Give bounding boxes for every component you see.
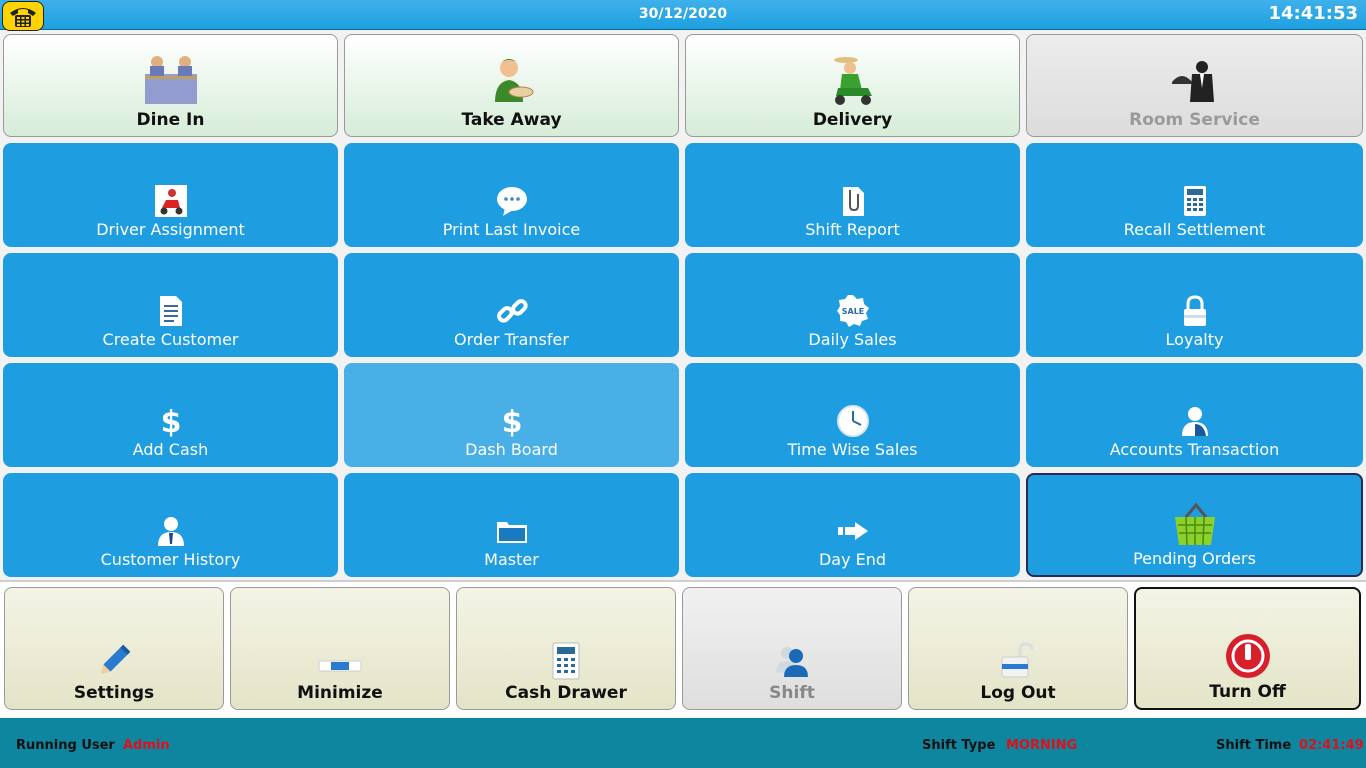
accounts-transaction-label: Accounts Transaction: [1109, 440, 1280, 459]
order-transfer-button[interactable]: Order Transfer: [344, 253, 679, 357]
order-transfer-label: Order Transfer: [454, 330, 569, 349]
businessman-icon: [154, 514, 188, 548]
settings-label: Settings: [73, 683, 155, 703]
day-end-button[interactable]: Day End: [685, 473, 1020, 577]
shift-report-button[interactable]: Shift Report: [685, 143, 1020, 247]
cash-drawer-label: Cash Drawer: [505, 683, 627, 703]
lock-icon: [1178, 294, 1212, 328]
pending-orders-label: Pending Orders: [1133, 549, 1256, 568]
minimize-label: Minimize: [297, 683, 383, 703]
take-away-icon: [487, 52, 537, 108]
shift-label: Shift: [769, 683, 815, 703]
pending-orders-button[interactable]: Pending Orders: [1026, 473, 1363, 577]
dash-board-button[interactable]: $ Dash Board: [344, 363, 679, 467]
recall-settlement-button[interactable]: Recall Settlement: [1026, 143, 1363, 247]
log-out-label: Log Out: [980, 683, 1056, 703]
accounts-transaction-button[interactable]: Accounts Transaction: [1026, 363, 1363, 467]
shift-button[interactable]: Shift: [682, 587, 902, 710]
folder-icon: [495, 514, 529, 548]
take-away-label: Take Away: [461, 110, 562, 130]
power-icon: [1224, 632, 1272, 680]
current-date: 30/12/2020: [638, 6, 728, 22]
room-service-label: Room Service: [1129, 110, 1260, 130]
users-icon: [772, 641, 812, 681]
user-icon: [1178, 404, 1212, 438]
paperclip-document-icon: [836, 184, 870, 218]
dine-in-label: Dine In: [136, 110, 205, 130]
basket-icon: [1172, 503, 1218, 547]
running-user-label: Running User: [16, 738, 115, 753]
recall-settlement-label: Recall Settlement: [1123, 220, 1266, 239]
unlock-icon: [998, 641, 1038, 681]
delivery-label: Delivery: [812, 110, 893, 130]
time-wise-sales-button[interactable]: Time Wise Sales: [685, 363, 1020, 467]
svg-text:$: $: [501, 405, 522, 438]
master-button[interactable]: Master: [344, 473, 679, 577]
shift-type-value: MORNING: [1006, 738, 1078, 753]
status-bar: Running User Admin Shift Type MORNING Sh…: [0, 718, 1366, 768]
room-service-button[interactable]: Room Service: [1026, 34, 1363, 137]
calculator-icon: [549, 641, 583, 681]
print-last-invoice-button[interactable]: Print Last Invoice: [344, 143, 679, 247]
chat-bubble-icon: [495, 184, 529, 218]
arrow-right-icon: [836, 514, 870, 548]
shift-type-label: Shift Type: [922, 738, 996, 753]
customer-history-label: Customer History: [100, 550, 241, 569]
shift-time-label: Shift Time: [1216, 738, 1292, 753]
time-wise-sales-label: Time Wise Sales: [787, 440, 918, 459]
running-user-value: Admin: [123, 738, 170, 753]
print-last-invoice-label: Print Last Invoice: [442, 220, 581, 239]
customer-history-button[interactable]: Customer History: [3, 473, 338, 577]
svg-text:$: $: [160, 405, 181, 438]
delivery-scooter-icon: [154, 184, 188, 218]
master-label: Master: [484, 550, 539, 569]
minimize-button[interactable]: Minimize: [230, 587, 450, 710]
minimize-icon: [317, 651, 363, 681]
day-end-label: Day End: [818, 550, 887, 569]
shift-time-value: 02:41:49: [1299, 738, 1364, 753]
loyalty-button[interactable]: Loyalty: [1026, 253, 1363, 357]
cash-drawer-button[interactable]: Cash Drawer: [456, 587, 676, 710]
delivery-button[interactable]: Delivery: [685, 34, 1020, 137]
settings-button[interactable]: Settings: [4, 587, 224, 710]
add-cash-button[interactable]: $ Add Cash: [3, 363, 338, 467]
log-out-button[interactable]: Log Out: [908, 587, 1128, 710]
top-bar: 30/12/2020 14:41:53: [0, 0, 1366, 31]
dollar-icon: $: [154, 404, 188, 438]
create-customer-label: Create Customer: [102, 330, 239, 349]
room-service-icon: [1170, 58, 1220, 108]
driver-assignment-button[interactable]: Driver Assignment: [3, 143, 338, 247]
current-time: 14:41:53: [1268, 3, 1358, 24]
driver-assignment-label: Driver Assignment: [96, 220, 245, 239]
loyalty-label: Loyalty: [1165, 330, 1224, 349]
turn-off-label: Turn Off: [1209, 682, 1286, 702]
pencil-icon: [94, 641, 134, 681]
daily-sales-label: Daily Sales: [808, 330, 897, 349]
create-customer-button[interactable]: Create Customer: [3, 253, 338, 357]
add-cash-label: Add Cash: [132, 440, 209, 459]
shift-report-label: Shift Report: [805, 220, 900, 239]
take-away-button[interactable]: Take Away: [344, 34, 679, 137]
clock-icon: [836, 404, 870, 438]
sale-badge-icon: SALE: [836, 294, 870, 328]
turn-off-button[interactable]: Turn Off: [1134, 587, 1361, 710]
link-icon: [495, 294, 529, 328]
delivery-icon: [828, 52, 878, 108]
dollar-icon: $: [495, 404, 529, 438]
daily-sales-button[interactable]: SALE Daily Sales: [685, 253, 1020, 357]
dash-board-label: Dash Board: [465, 440, 558, 459]
svg-text:SALE: SALE: [841, 307, 864, 316]
document-icon: [154, 294, 188, 328]
dine-in-icon: [141, 52, 201, 108]
dine-in-button[interactable]: Dine In: [3, 34, 338, 137]
calculator-icon: [1178, 184, 1212, 218]
